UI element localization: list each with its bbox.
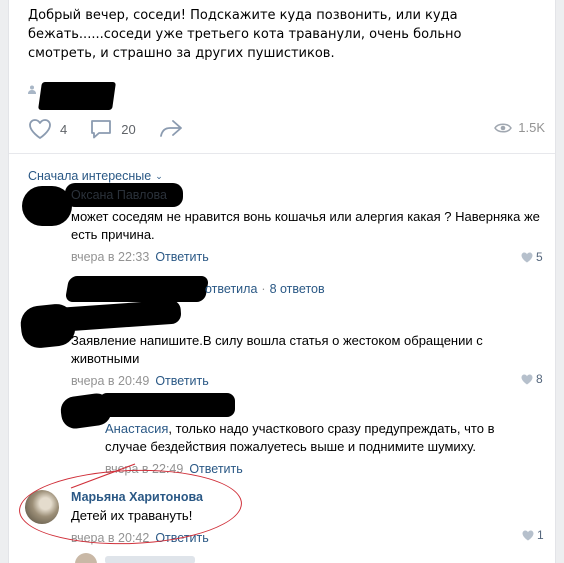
heart-icon [522, 530, 534, 540]
likes-count: 4 [60, 121, 68, 137]
heart-icon [521, 374, 533, 384]
comment-likes-count: 1 [537, 528, 544, 542]
comment-button[interactable]: 20 [89, 118, 136, 140]
comment-like-button[interactable]: 1 [522, 528, 544, 542]
views-counter: 1.5K [494, 120, 545, 135]
comment: Оксана Павлова может соседям не нравится… [65, 183, 541, 264]
redacted-block [64, 276, 210, 302]
mention-link[interactable]: Анастасия [105, 421, 168, 436]
comment-text: Заявление напишите.В силу вошла статья о… [71, 333, 483, 366]
comment-text: Детей их травануть! [71, 508, 193, 523]
comments-count: 20 [121, 121, 136, 137]
thread-count: 8 ответов [269, 282, 325, 296]
comment-author[interactable]: Оксана Павлова [71, 188, 167, 202]
avatar[interactable] [25, 490, 59, 524]
comment-icon [91, 120, 112, 139]
thread-summary[interactable]: ответила · 8 ответов [205, 282, 325, 296]
heart-icon [521, 252, 533, 262]
divider [9, 153, 555, 154]
comment-meta: вчера в 22:33 Ответить [71, 250, 541, 264]
redacted-author-name [38, 82, 116, 110]
comment-text: может соседям не нравится вонь кошачья и… [71, 209, 540, 242]
comment: Марьяна Харитонова Детей их травануть! в… [71, 490, 511, 545]
like-button[interactable]: 4 [28, 118, 67, 140]
comment-author[interactable]: Марьяна Харитонова [71, 490, 511, 504]
reply-button[interactable]: Ответить [155, 374, 208, 388]
comment-text: Анастасия, только надо участкового сразу… [105, 420, 525, 456]
separator-dot: · [261, 282, 266, 296]
redacted-block [46, 299, 182, 333]
thread-answered: ответила [205, 282, 258, 296]
share-button[interactable] [158, 118, 184, 140]
comment-time[interactable]: вчера в 20:42 [71, 531, 149, 545]
post-actions: 4 20 [28, 116, 540, 142]
user-icon [28, 85, 36, 94]
heart-icon [29, 119, 51, 139]
post-card: Добрый вечер, соседи! Подскажите куда по… [8, 0, 556, 563]
reply-button[interactable]: Ответить [155, 531, 208, 545]
comment-author-partial [105, 556, 195, 563]
reply-button[interactable]: Ответить [155, 250, 208, 264]
comment-like-button[interactable]: 5 [521, 250, 543, 264]
redacted-block [99, 393, 235, 417]
comment-meta: вчера в 22:49 Ответить [105, 462, 525, 476]
share-icon [159, 120, 182, 137]
comment-meta: вчера в 20:49 Ответить [71, 374, 541, 388]
views-count: 1.5K [518, 120, 545, 135]
post-text: Добрый вечер, соседи! Подскажите куда по… [28, 8, 462, 61]
post-author[interactable] [28, 68, 116, 110]
comment-time[interactable]: вчера в 22:33 [71, 250, 149, 264]
sort-label: Сначала интересные [28, 169, 152, 183]
reply-button[interactable]: Ответить [189, 462, 242, 476]
avatar[interactable] [75, 553, 97, 563]
comment-like-button[interactable]: 8 [521, 372, 543, 386]
sort-dropdown[interactable]: Сначала интересные ⌄ [28, 169, 163, 183]
comment-likes-count: 5 [536, 250, 543, 264]
comment: Заявление напишите.В силу вошла статья о… [46, 299, 541, 388]
comment-time[interactable]: вчера в 22:49 [105, 462, 183, 476]
comment-meta: вчера в 20:42 Ответить [71, 531, 511, 545]
chevron-down-icon: ⌄ [155, 170, 163, 181]
comment: Анастасия, только надо участкового сразу… [99, 393, 525, 476]
comment-likes-count: 8 [536, 372, 543, 386]
comment-time[interactable]: вчера в 20:49 [71, 374, 149, 388]
eye-icon [494, 123, 513, 132]
